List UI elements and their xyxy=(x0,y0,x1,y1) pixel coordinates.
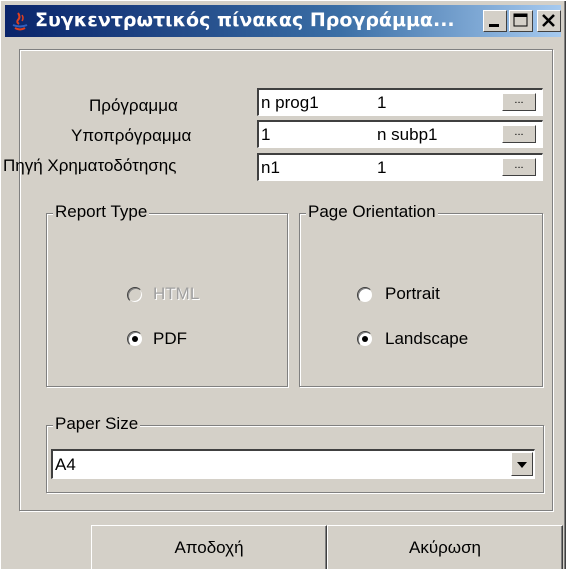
landscape-radio[interactable] xyxy=(357,331,373,347)
subprogram-name: n subp1 xyxy=(377,125,438,144)
subprogram-label: Υποπρόγραμμα xyxy=(71,126,192,145)
java-app-icon xyxy=(9,10,31,32)
program-label: Πρόγραμμα xyxy=(89,96,178,115)
funding-source-browse-button[interactable]: ... xyxy=(502,158,536,176)
report-type-legend: Report Type xyxy=(53,202,150,222)
program-name: 1 xyxy=(377,93,387,112)
title-bar[interactable]: Συγκεντρωτικός πίνακας Προγράμμα... xyxy=(5,5,561,37)
maximize-icon xyxy=(513,13,528,27)
window-title: Συγκεντρωτικός πίνακας Προγράμμα... xyxy=(35,9,455,31)
program-field[interactable]: n prog1 1 ... xyxy=(257,88,543,116)
chevron-down-icon xyxy=(517,462,527,468)
html-radio-label: HTML xyxy=(153,284,200,303)
close-icon xyxy=(542,14,555,27)
paper-size-legend: Paper Size xyxy=(53,414,141,434)
accept-button[interactable]: Αποδοχή xyxy=(91,525,327,569)
close-button[interactable] xyxy=(537,10,561,32)
dropdown-arrow-button[interactable] xyxy=(511,452,533,476)
program-browse-button[interactable]: ... xyxy=(502,93,536,111)
portrait-radio-label: Portrait xyxy=(385,284,440,303)
dialog-window: Συγκεντρωτικός πίνακας Προγράμμα... Πρόγ… xyxy=(0,0,566,569)
page-orientation-legend: Page Orientation xyxy=(306,202,438,222)
funding-source-field[interactable]: n1 1 ... xyxy=(257,153,543,181)
subprogram-browse-button[interactable]: ... xyxy=(502,125,536,143)
funding-source-code: n1 xyxy=(261,158,280,177)
pdf-radio[interactable] xyxy=(127,331,143,347)
portrait-radio[interactable] xyxy=(357,287,373,303)
paper-size-select[interactable]: A4 xyxy=(51,449,535,479)
maximize-button[interactable] xyxy=(509,10,533,32)
program-code: n prog1 xyxy=(261,93,319,112)
minimize-icon xyxy=(489,24,499,27)
funding-source-name: 1 xyxy=(377,158,387,177)
subprogram-field[interactable]: 1 n subp1 ... xyxy=(257,120,543,148)
html-radio[interactable] xyxy=(127,287,143,303)
funding-source-label: Πηγή Χρηματοδότησης xyxy=(3,156,177,175)
cancel-button[interactable]: Ακύρωση xyxy=(327,525,563,569)
minimize-button[interactable] xyxy=(483,10,507,32)
pdf-radio-label: PDF xyxy=(153,329,187,348)
subprogram-code: 1 xyxy=(261,125,271,144)
landscape-radio-label: Landscape xyxy=(385,329,469,348)
paper-size-value: A4 xyxy=(55,455,76,474)
